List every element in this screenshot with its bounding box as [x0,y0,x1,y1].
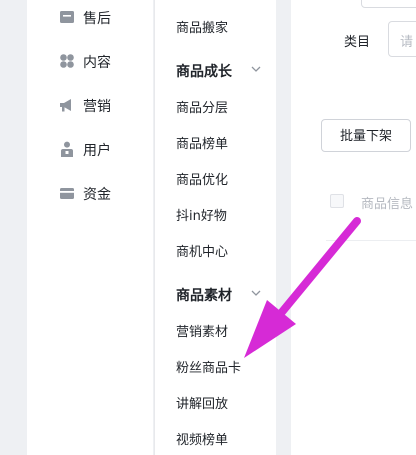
snav-group-product-growth[interactable]: 商品成长 [176,61,232,81]
nav-item-label: 资金 [83,187,111,203]
snav-item-product-ranking[interactable]: 商品榜单 [176,133,228,152]
select-all-checkbox[interactable] [330,194,344,208]
nav-item-label: 营销 [83,99,111,115]
nav-item-user[interactable]: 用户 [27,138,153,162]
after-sales-icon [60,11,74,23]
content-panel: 类目 请 批量下架 商品信息 [291,0,416,455]
primary-nav: 售后 内容 营销 用户 资金 [27,0,153,455]
megaphone-icon [60,99,71,112]
snav-item-product-tiering[interactable]: 商品分层 [176,97,228,116]
category-select[interactable]: 请 [388,21,416,57]
filter-input-top[interactable] [361,0,416,8]
column-header-product-info: 商品信息 [361,197,414,212]
snav-item-marketing-materials[interactable]: 营销素材 [176,321,228,340]
secondary-nav: 商品搬家 商品成长 商品分层 商品榜单 商品优化 抖in好物 商机中心 商品素材… [154,0,276,455]
wallet-icon [60,188,74,199]
category-label: 类目 [344,35,371,50]
snav-item-explain-replay[interactable]: 讲解回放 [176,393,228,412]
snav-item-product-optimize[interactable]: 商品优化 [176,169,228,188]
nav-item-label: 内容 [83,55,111,71]
chevron-down-icon[interactable] [249,62,263,76]
snav-item-video-ranking[interactable]: 视频榜单 [176,429,228,448]
user-icon [61,141,73,157]
nav-item-funds[interactable]: 资金 [27,182,153,206]
nav-item-content[interactable]: 内容 [27,50,153,74]
nav-item-after-sales[interactable]: 售后 [27,6,153,30]
snav-group-product-materials[interactable]: 商品素材 [176,285,232,305]
content-icon [60,54,74,68]
nav-item-label: 售后 [83,11,111,27]
chevron-down-icon[interactable] [249,286,263,300]
bulk-delist-button[interactable]: 批量下架 [321,119,411,152]
table-header: 商品信息 [326,185,416,241]
snav-item-product-move[interactable]: 商品搬家 [176,17,228,36]
nav-item-label: 用户 [83,143,111,159]
snav-item-douyin-goods[interactable]: 抖in好物 [176,205,227,224]
snav-item-fan-product-card[interactable]: 粉丝商品卡 [176,357,241,376]
snav-item-opportunity-center[interactable]: 商机中心 [176,241,228,260]
nav-item-marketing[interactable]: 营销 [27,94,153,118]
